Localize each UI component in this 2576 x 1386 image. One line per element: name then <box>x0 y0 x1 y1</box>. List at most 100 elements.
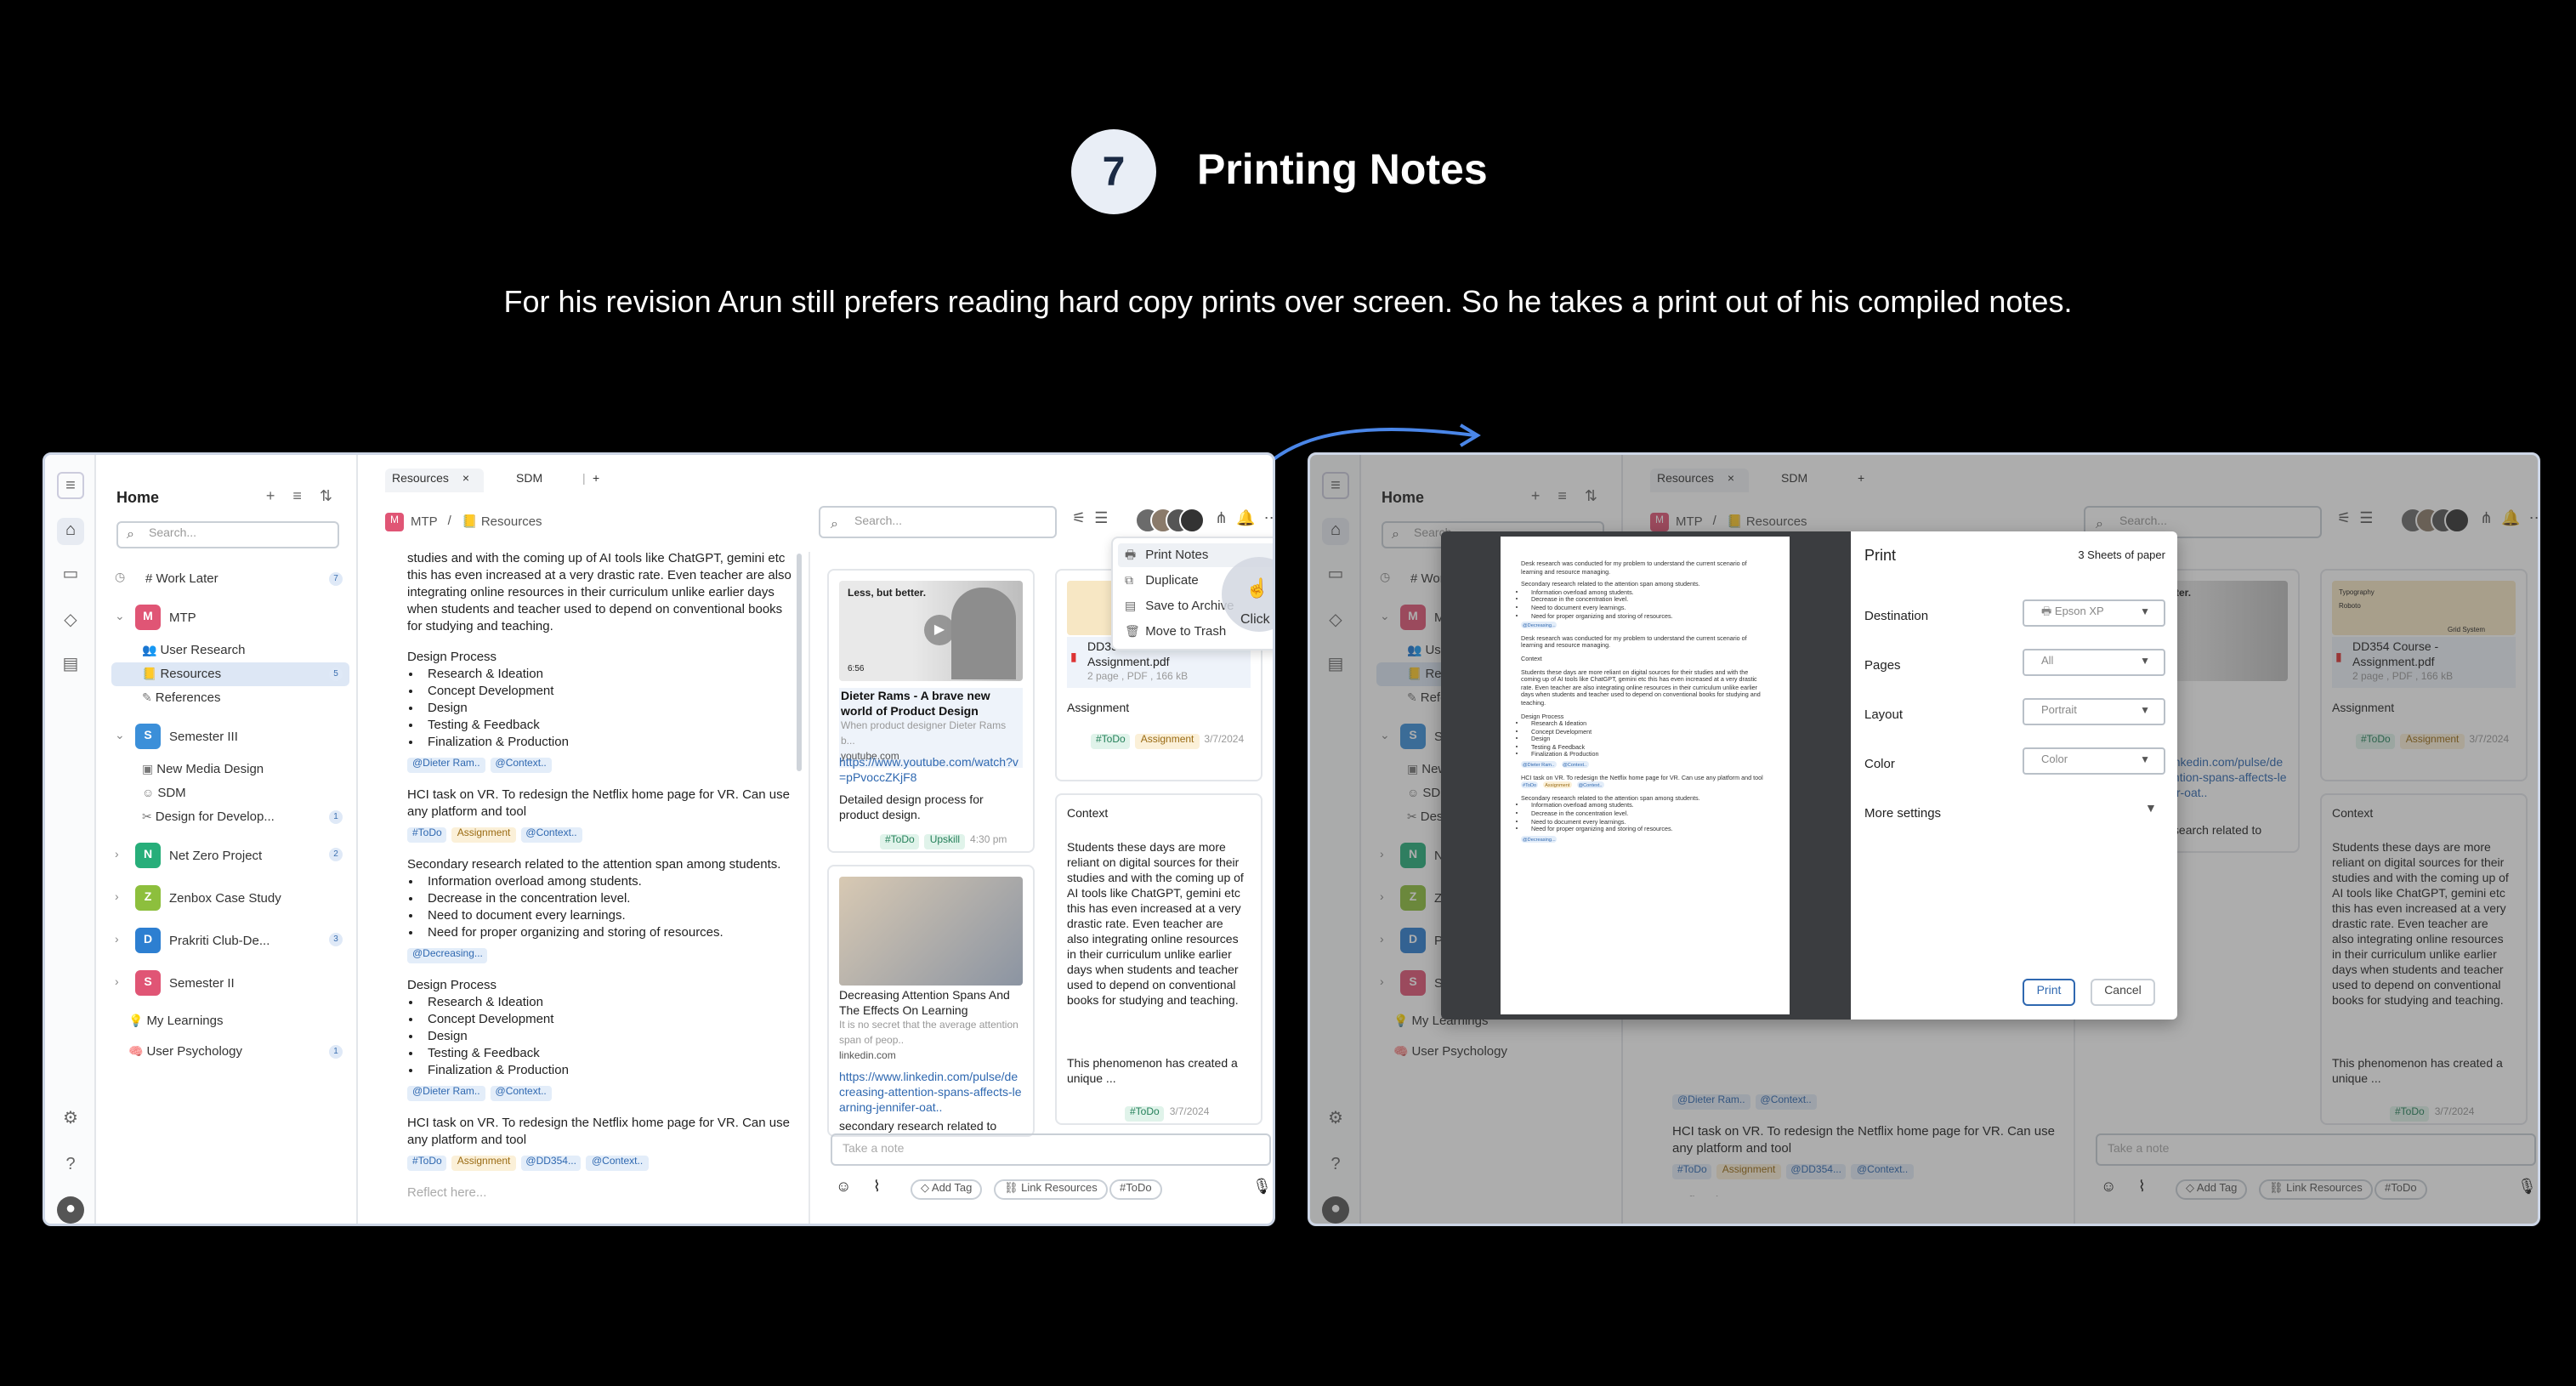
sidebar-group-semester-iii[interactable]: ⌄SSemester III <box>111 715 349 758</box>
destination-select[interactable]: 🖶 Epson XP ▼ <box>2023 599 2165 627</box>
menu-item-trash[interactable]: 🗑 Move to Trash <box>1125 620 1226 644</box>
notes-area[interactable]: studies and with the coming up of AI too… <box>407 550 798 1196</box>
tag-icon[interactable]: ◇ <box>57 608 84 635</box>
menu-item-archive[interactable]: ▤ Save to Archive <box>1125 594 1234 618</box>
article-thumbnail[interactable] <box>839 877 1023 986</box>
copy-icon: ⧉ <box>1125 576 1133 588</box>
notes-scrollbar[interactable] <box>797 554 802 771</box>
chevron-right-icon: › <box>115 892 119 904</box>
sidebar-item-my-learnings[interactable]: 💡 My Learnings <box>111 1009 349 1033</box>
todo-button[interactable]: #ToDo <box>1109 1179 1162 1200</box>
pages-select[interactable]: All ▼ <box>2023 649 2165 676</box>
sidebar-header-icons[interactable]: + ≡ ⇅ <box>266 487 339 506</box>
article-card[interactable]: Decreasing Attention Spans And The Effec… <box>827 865 1035 1137</box>
assignment-tag[interactable]: Assignment <box>1135 734 1200 749</box>
tools-icon: ✂ <box>142 812 152 824</box>
assignment-tag[interactable]: Assignment <box>451 827 516 843</box>
add-tab-icon[interactable]: + <box>586 469 606 492</box>
attach-icon[interactable]: ⌇ <box>873 1178 881 1196</box>
avatar[interactable]: ● <box>57 1196 84 1224</box>
play-icon[interactable]: ▶ <box>924 615 955 645</box>
sidebar-item-resources[interactable]: 📒 Resources 5 <box>111 662 349 686</box>
help-icon[interactable]: ? <box>57 1152 84 1179</box>
sidebar-item-user-research[interactable]: 👥User Research <box>111 639 349 662</box>
layout-select[interactable]: Portrait ▼ <box>2023 698 2165 725</box>
more-settings-toggle[interactable]: More settings <box>1864 805 1941 821</box>
filter-icon[interactable]: ⚟ <box>1072 509 1086 526</box>
tab-resources[interactable]: Resources × <box>385 469 484 492</box>
emoji-icon[interactable]: ☺ <box>836 1178 851 1195</box>
todo-tag[interactable]: #ToDo <box>407 827 447 843</box>
book-icon: 📒 <box>461 513 478 529</box>
mention-tag[interactable]: @Dieter Ram.. <box>407 758 485 773</box>
todo-tag[interactable]: #ToDo <box>1125 1106 1165 1122</box>
upskill-tag[interactable]: Upskill <box>924 834 966 849</box>
more-icon[interactable]: ⋯ <box>1264 509 1273 526</box>
caret-down-icon: ▼ <box>2140 608 2150 618</box>
sidebar-group-semester-ii[interactable]: ›SSemester II <box>111 962 349 1004</box>
todo-tag[interactable]: #ToDo <box>1091 734 1131 749</box>
note-paragraph: studies and with the coming up of AI too… <box>407 550 792 633</box>
resources-scrollbar[interactable] <box>1273 557 1275 1135</box>
mention-tag[interactable]: @DD354... <box>520 1156 582 1171</box>
resource-search-input[interactable]: ⌕ Search... <box>819 506 1057 538</box>
home-icon[interactable]: ⌂ <box>57 518 84 545</box>
mention-tag[interactable]: @Dieter Ram.. <box>407 1086 485 1101</box>
sidebar-item-work-later[interactable]: ◷# Work Later7 <box>111 567 349 591</box>
chevron-right-icon: › <box>115 849 119 861</box>
mention-tag[interactable]: @Context.. <box>490 758 552 773</box>
take-note-input[interactable]: Take a note <box>831 1133 1271 1166</box>
video-thumbnail[interactable]: Less, but better. ▶ 6:56 <box>839 581 1023 681</box>
close-icon[interactable]: × <box>462 474 469 486</box>
sidebar-group-zenbox[interactable]: ›ZZenbox Case Study <box>111 877 349 919</box>
sidebar-group-net-zero[interactable]: › N Net Zero Project 2 <box>111 834 349 877</box>
sidebar-search-input[interactable]: ⌕ Search... <box>116 521 339 548</box>
users-icon: 👥 <box>142 645 157 657</box>
app-window-right: ≡ ⌂ ▭ ◇ ▤ ⚙ ? ● Home + ≡ ⇅ ⌕ Search... ◷ #… <box>1308 452 2540 1226</box>
color-select[interactable]: Color ▼ <box>2023 747 2165 775</box>
mention-tag[interactable]: @Decreasing... <box>407 948 488 963</box>
sidebar-group-prakriti[interactable]: › D Prakriti Club-De... 3 <box>111 919 349 962</box>
mention-tag[interactable]: @Context.. <box>586 1156 649 1171</box>
video-link[interactable]: https://www.youtube.com/watch?v=pPvoccZK… <box>839 756 1023 787</box>
sidebar-item-references[interactable]: ✎References <box>111 686 349 710</box>
collaborator-avatars[interactable] <box>1135 508 1205 533</box>
context-card[interactable]: Context Students these days are more rel… <box>1055 793 1262 1125</box>
settings-icon[interactable]: ⚙ <box>57 1106 84 1133</box>
layout-icon[interactable]: ☰ <box>1094 509 1108 526</box>
archive-icon[interactable]: ▤ <box>57 652 84 679</box>
reflect-input[interactable]: Reflect here... <box>407 1184 798 1196</box>
inbox-icon[interactable]: ▭ <box>57 562 84 589</box>
article-link[interactable]: https://www.linkedin.com/pulse/decreasin… <box>839 1071 1023 1116</box>
sidebar-item-design-for-develop[interactable]: ✂ Design for Develop... 1 <box>111 805 349 829</box>
pdf-icon: ▮ <box>1070 652 1077 664</box>
assignment-tag[interactable]: Assignment <box>451 1156 516 1171</box>
link-resources-button[interactable]: ⛓ Link Resources <box>994 1179 1108 1200</box>
mention-tag[interactable]: @Context.. <box>520 827 582 843</box>
bullet-list: Research & IdeationConcept DevelopmentDe… <box>407 666 798 751</box>
print-button[interactable]: Print <box>2023 979 2075 1006</box>
tab-sdm[interactable]: SDM <box>509 469 549 492</box>
todo-tag[interactable]: #ToDo <box>880 834 920 849</box>
todo-tag[interactable]: #ToDo <box>407 1156 447 1171</box>
menu-icon[interactable]: ≡ <box>57 472 84 499</box>
bell-icon[interactable]: 🔔 <box>1236 509 1255 526</box>
sidebar-group-mtp[interactable]: ⌄MMTP <box>111 596 349 639</box>
mention-tag[interactable]: @Context.. <box>490 1086 552 1101</box>
chevron-down-icon[interactable]: ▼ <box>2145 804 2157 815</box>
add-tag-button[interactable]: ◇ Add Tag <box>911 1179 983 1200</box>
chevron-down-icon: ⌄ <box>115 611 125 623</box>
note-paragraph: Secondary research related to the attent… <box>407 856 781 872</box>
sidebar-item-user-psychology[interactable]: 🧠 User Psychology 1 <box>111 1040 349 1064</box>
sidebar-item-sdm[interactable]: ☺ SDM <box>111 781 349 805</box>
mic-icon[interactable]: 🎙 <box>1252 1178 1272 1196</box>
pencil-icon: ✎ <box>142 693 152 705</box>
share-icon[interactable]: ⋔ <box>1215 509 1228 526</box>
sidebar-item-new-media-design[interactable]: ▣New Media Design <box>111 758 349 781</box>
note-paragraph: HCI task on VR. To redesign the Netflix … <box>407 1115 790 1147</box>
menu-item-duplicate[interactable]: ⧉ Duplicate <box>1125 569 1199 593</box>
bullet-list: Information overload among students.Decr… <box>407 873 798 941</box>
video-card[interactable]: Less, but better. ▶ 6:56 Dieter Rams - A… <box>827 569 1035 853</box>
cancel-button[interactable]: Cancel <box>2091 979 2155 1006</box>
person-icon: ☺ <box>142 788 155 800</box>
